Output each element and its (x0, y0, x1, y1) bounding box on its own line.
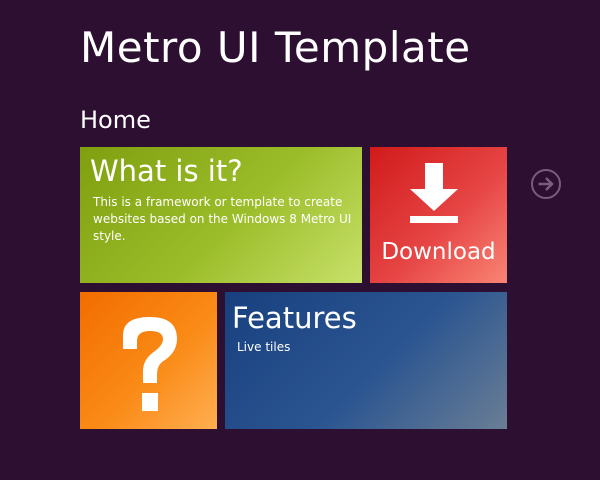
tile-what-is-it-title: What is it? (90, 154, 243, 188)
question-mark-icon (123, 317, 177, 411)
tile-what-is-it[interactable]: What is it? This is a framework or templ… (80, 147, 362, 283)
section-title: Home (80, 106, 151, 134)
tile-download-label: Download (381, 239, 496, 265)
tile-what-is-it-description: This is a framework or template to creat… (93, 195, 352, 243)
tile-download[interactable]: Download (370, 147, 507, 283)
tile-features-title: Features (232, 301, 357, 335)
tile-features-description: Live tiles (237, 340, 291, 354)
tile-help[interactable] (80, 292, 217, 429)
tile-features[interactable]: Features Live tiles (225, 292, 507, 429)
page-title: Metro UI Template (80, 23, 471, 72)
download-arrow-icon (410, 163, 458, 223)
arrow-right-circle-icon[interactable] (530, 168, 562, 200)
